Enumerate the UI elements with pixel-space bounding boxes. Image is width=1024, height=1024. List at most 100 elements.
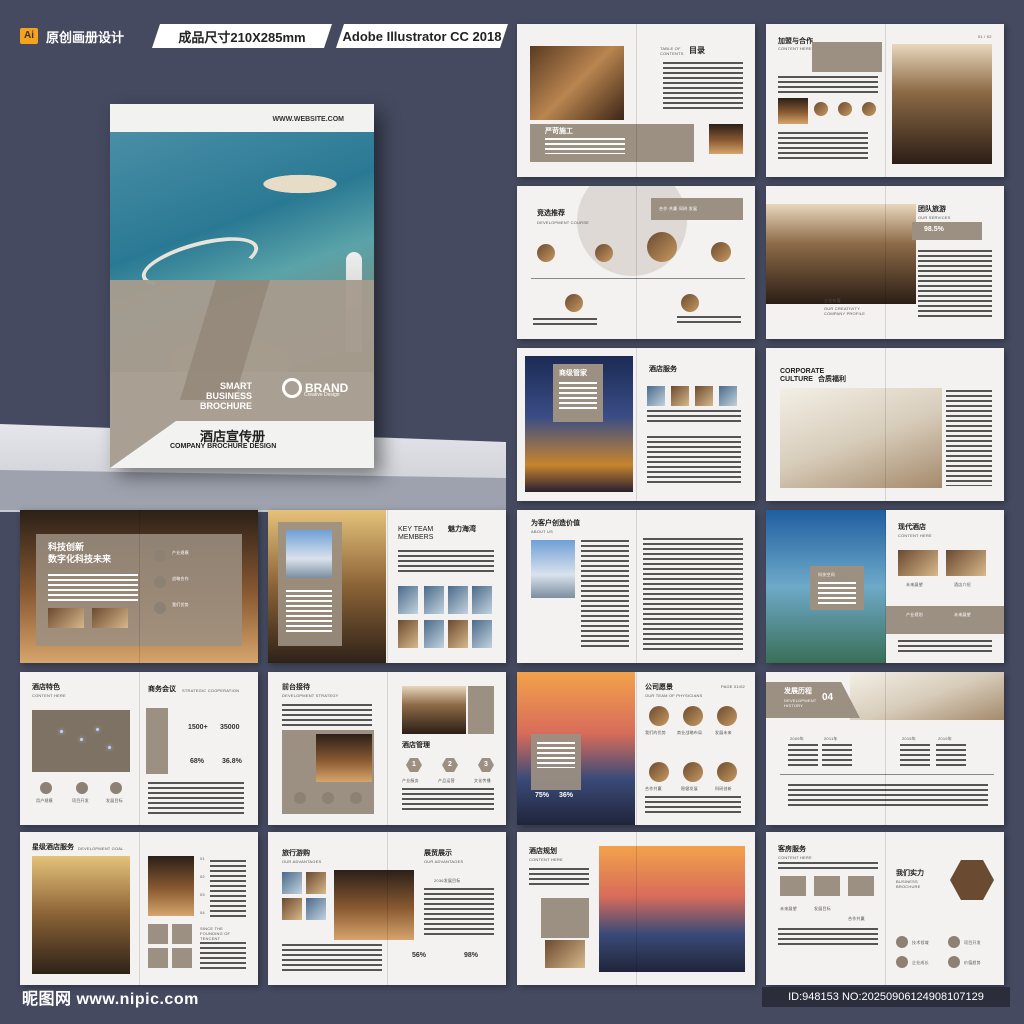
- spread-sub: OUR SERVICES: [918, 215, 951, 220]
- body-text: [398, 550, 494, 574]
- exhibition-sub: OUR ADVANTAGES: [424, 859, 464, 864]
- spread-title: 现代酒店: [898, 524, 926, 531]
- watermark-site: 昵图网 www.nipic.com: [22, 991, 199, 1008]
- percent-band: [912, 222, 982, 240]
- cooperation-icon: [154, 576, 166, 588]
- icon-tile: [172, 948, 192, 968]
- spread-title-cn: 魅力海湾: [448, 526, 476, 533]
- feature-label: 项目开发: [964, 940, 981, 945]
- band-text: [559, 382, 597, 412]
- spread-title: 星级酒店服务: [32, 844, 74, 851]
- body-text: [48, 574, 138, 602]
- spread-title: 旅行游购: [282, 850, 310, 857]
- thumb-photo: [398, 620, 418, 648]
- band-text: [537, 742, 575, 768]
- photo-frame: [812, 42, 882, 72]
- spread-sub: CONTENT HERE: [529, 857, 563, 862]
- exhibition-title: 展贸展示: [424, 850, 452, 857]
- service-title: 酒店服务: [649, 366, 677, 373]
- restaurant-photo: [766, 204, 916, 304]
- toc-title: 目录: [689, 46, 705, 55]
- year-label: 2019年: [938, 736, 952, 741]
- side-band: [146, 708, 168, 774]
- spread-title: 科技创新: [48, 542, 85, 552]
- interior-photo: [778, 98, 808, 124]
- icon-label: 用户规模: [36, 798, 53, 803]
- hex-photo: [950, 860, 994, 900]
- toc-list: [663, 62, 743, 110]
- feature-tile: [780, 876, 806, 896]
- building-photo: [286, 530, 332, 578]
- step-badge: 1: [406, 758, 422, 772]
- design-label: 原创画册设计: [46, 29, 125, 45]
- spread-about: 为客户创造价值 ABOUT US: [517, 510, 755, 663]
- stat-value: 36%: [559, 792, 574, 799]
- icon-tile: [148, 948, 168, 968]
- spread-sub: CONTENT HERE: [778, 46, 812, 51]
- stat-value: 36.8%: [222, 758, 242, 765]
- body-text: [148, 782, 244, 814]
- feature-tile: [814, 876, 840, 896]
- spread-course: 竞选推荐 DEVELOPMENT COURSE 合作·共赢·同树·发展: [517, 186, 755, 339]
- thumb-photo: [306, 898, 326, 920]
- body-text: [788, 784, 988, 808]
- list-number: 03: [200, 892, 205, 897]
- illustrator-icon: Ai: [20, 28, 38, 44]
- list-number: 01: [200, 856, 205, 861]
- body-text: [778, 928, 878, 948]
- body-text: [822, 744, 852, 766]
- spread-title: 公司愿景: [645, 684, 673, 691]
- spread-title-2: 数字化科技未来: [48, 554, 112, 564]
- star-dot: [80, 738, 83, 741]
- staff-photo: [545, 940, 585, 968]
- star-dot: [96, 728, 99, 731]
- body-text: [900, 744, 930, 766]
- item-label: 科研创新: [715, 786, 732, 791]
- spread-title: 客房服务: [778, 846, 806, 853]
- spread-sub: CONTENT HERE: [778, 855, 812, 860]
- spread-room-service: 客房服务 CONTENT HERE 未来展望 发展目标 合作共赢 我们实力 BU…: [766, 832, 1004, 985]
- round-photo: [649, 762, 669, 782]
- size-tag: 成品尺寸210X285mm: [152, 24, 332, 48]
- stat-value: 68%: [190, 758, 205, 765]
- spread-title: 为客户创造价值: [531, 520, 580, 527]
- cover-slogan: SMART BUSINESS BROCHURE: [199, 381, 252, 411]
- spread-title: 前台接待: [282, 684, 310, 691]
- thumb-photo: [282, 898, 302, 920]
- spread-history: 发展历程 DEVELOPMENT HISTORY 04 2009年 2011年 …: [766, 672, 1004, 825]
- spread-features: 酒店特色 CONTENT HERE 用户规模 项目开发 发展目标 商务会议 ST…: [20, 672, 258, 825]
- body-text: [533, 318, 597, 328]
- item-label: 我们的优势: [645, 730, 666, 735]
- terrace-photo: [599, 846, 745, 972]
- software-version-tag: Adobe Illustrator CC 2018: [336, 24, 508, 48]
- timeline-photo: [537, 244, 555, 262]
- bedding-photo: [780, 388, 942, 488]
- timeline-photo: [595, 244, 613, 262]
- body-text: [778, 132, 868, 162]
- icon-label: 项目开发: [72, 798, 89, 803]
- strength-title: 我们实力: [896, 870, 924, 877]
- icon-tile: [148, 924, 168, 944]
- step-number: 2: [448, 761, 452, 768]
- spread-title: 加盟与合作: [778, 38, 813, 45]
- small-room-photo: [709, 124, 743, 154]
- spread-sub: OUR TEAM OF PHYSICIANS: [645, 693, 703, 698]
- spread-sub: DEVELOPMENT HISTORY: [784, 698, 817, 708]
- meeting-title: 商务会议: [148, 686, 176, 693]
- spread-title: 团队旅游: [918, 206, 946, 213]
- star-dot: [60, 730, 63, 733]
- side-band: [468, 686, 494, 734]
- thumb-photo: [898, 550, 938, 576]
- item-label: 战略合作: [172, 576, 189, 581]
- meeting-sub: STRATEGIC COOPERATION: [182, 688, 240, 693]
- list-number: 02: [200, 874, 205, 879]
- item-label: 商业战略布局: [677, 730, 703, 735]
- spread-sub: CONTENT HERE: [32, 693, 66, 698]
- spread-title: 商级管家: [559, 370, 587, 377]
- thumb-photo: [671, 386, 689, 406]
- timeline-photo: [681, 294, 699, 312]
- round-photo: [683, 706, 703, 726]
- spread-travel: 旅行游购 OUR ADVANTAGES 展贸展示 OUR ADVANTAGES …: [268, 832, 506, 985]
- tower-photo: [531, 540, 575, 598]
- spread-key-team: KEY TEAM MEMBERS 魅力海湾: [268, 510, 506, 663]
